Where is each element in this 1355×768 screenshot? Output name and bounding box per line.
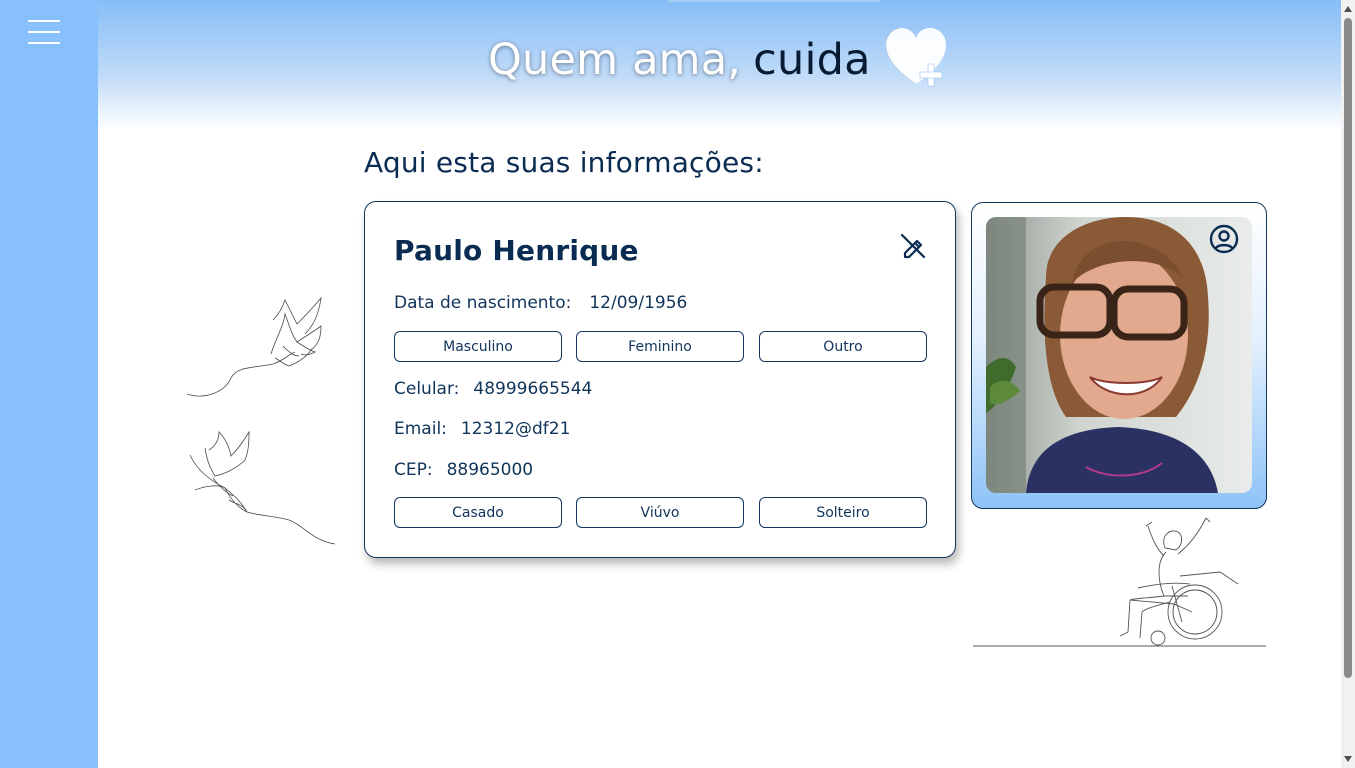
user-circle-icon[interactable]: [1208, 223, 1240, 255]
scroll-down-arrow-icon[interactable]: [1344, 756, 1352, 762]
top-tab-indicator: [668, 0, 880, 2]
birth-value: 12/09/1956: [589, 293, 688, 313]
email-label: Email:: [394, 419, 447, 439]
header: Quem ama, cuida: [98, 0, 1341, 130]
phone-row: Celular: 48999665544: [394, 379, 592, 399]
cep-value: 88965000: [446, 460, 534, 480]
marital-viuvo-button[interactable]: Viúvo: [576, 497, 744, 528]
brand-title: Quem ama, cuida: [488, 30, 871, 90]
marital-solteiro-button[interactable]: Solteiro: [759, 497, 927, 528]
heart-plus-icon: [886, 28, 946, 87]
email-value: 12312@df21: [460, 419, 571, 439]
scroll-up-arrow-icon[interactable]: [1344, 6, 1352, 12]
scrollbar-thumb[interactable]: [1344, 18, 1352, 678]
brand-text-light: Quem ama,: [488, 35, 742, 85]
phone-value: 48999665544: [473, 379, 593, 399]
menu-line: [28, 42, 60, 44]
menu-line: [28, 20, 60, 22]
info-card: Paulo Henrique Data de nascimento: 12/09/…: [364, 201, 956, 558]
brand-text-dark: cuida: [753, 35, 871, 85]
birth-label: Data de nascimento:: [394, 293, 572, 313]
cep-row: CEP: 88965000: [394, 460, 533, 480]
photo-card: [971, 202, 1267, 509]
wheelchair-illustration: [973, 517, 1266, 647]
sidebar: [0, 0, 98, 768]
hamburger-menu-icon[interactable]: [28, 20, 60, 44]
gender-masculino-button[interactable]: Masculino: [394, 331, 562, 362]
menu-line: [28, 31, 60, 33]
phone-label: Celular:: [394, 379, 460, 399]
page-heading: Aqui esta suas informações:: [364, 146, 764, 179]
email-row: Email: 12312@df21: [394, 419, 570, 439]
birth-row: Data de nascimento: 12/09/1956: [394, 293, 687, 313]
marital-casado-button[interactable]: Casado: [394, 497, 562, 528]
scrollbar[interactable]: [1341, 0, 1355, 768]
profile-photo: [986, 217, 1252, 493]
person-name: Paulo Henrique: [394, 234, 639, 267]
gender-feminino-button[interactable]: Feminino: [576, 331, 744, 362]
cep-label: CEP:: [394, 460, 433, 480]
pencil-off-icon[interactable]: [899, 232, 927, 260]
gender-outro-button[interactable]: Outro: [759, 331, 927, 362]
doves-illustration: [186, 296, 336, 545]
